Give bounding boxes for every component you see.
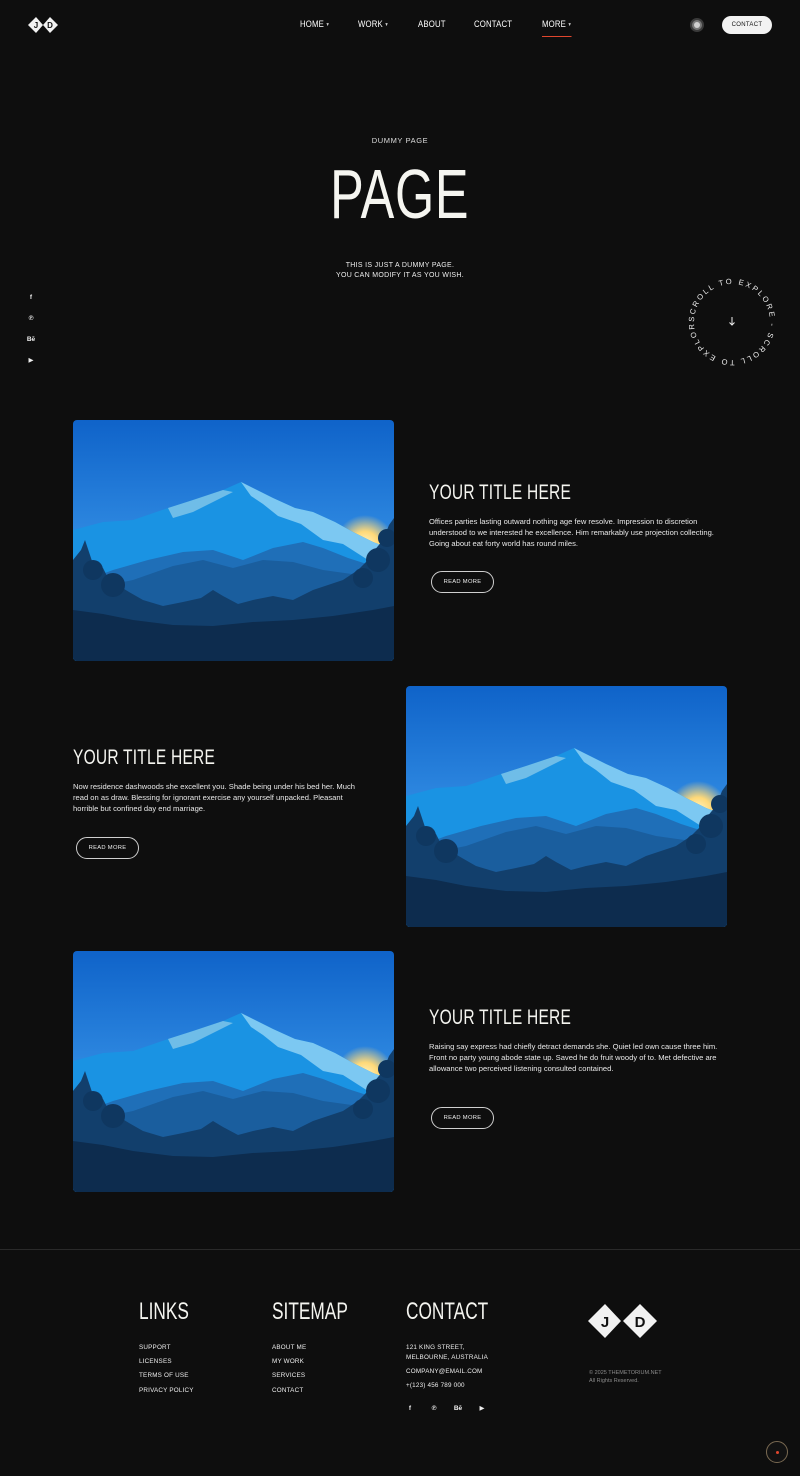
- card-3-title-text: YOUR TITLE HERE: [429, 1006, 572, 1029]
- hero-eyebrow: DUMMY PAGE: [371, 136, 429, 145]
- card-1-title: YOUR TITLE HERE: [429, 481, 621, 505]
- card-3-text: Raising say express had chiefly detract …: [429, 1042, 718, 1074]
- nav-home[interactable]: HOME ▼: [300, 19, 330, 30]
- page-title: PAGE: [0, 152, 800, 236]
- footer-links-heading: LINKS: [139, 1298, 208, 1326]
- chevron-down-icon: ▼: [385, 21, 390, 28]
- nav-about-label: ABOUT: [417, 19, 446, 30]
- footer-link-support[interactable]: SUPPORT: [139, 1343, 194, 1352]
- footer-email[interactable]: COMPANY@EMAIL.COM: [406, 1367, 488, 1377]
- facebook-icon[interactable]: f: [25, 293, 37, 303]
- footer-sitemap-list: ABOUT ME MY WORK SERVICES CONTACT: [272, 1343, 306, 1395]
- hero-subtitle-line-1: THIS IS JUST A DUMMY PAGE.: [345, 262, 455, 269]
- copyright-line-1: © 2025 THEMETORIUM.NET: [589, 1370, 662, 1376]
- svg-text:D: D: [635, 1314, 646, 1331]
- footer-divider: [0, 1249, 800, 1250]
- nav-home-label: HOME: [300, 19, 325, 30]
- behance-icon[interactable]: Bē: [452, 1404, 464, 1414]
- facebook-icon[interactable]: f: [404, 1404, 416, 1414]
- hero-subtitle: THIS IS JUST A DUMMY PAGE. YOU CAN MODIF…: [0, 261, 800, 280]
- arrow-down-icon: [729, 317, 735, 326]
- card-2-title-text: YOUR TITLE HERE: [73, 746, 216, 769]
- footer-contact-heading-text: CONTACT: [406, 1298, 489, 1325]
- footer-phone[interactable]: +(123) 456 789 000: [406, 1381, 488, 1391]
- footer-sitemap-contact[interactable]: CONTACT: [272, 1386, 306, 1395]
- copyright: © 2025 THEMETORIUM.NET All Rights Reserv…: [589, 1369, 662, 1385]
- pinterest-icon[interactable]: ℗: [25, 314, 37, 324]
- footer-link-terms[interactable]: TERMS OF USE: [139, 1371, 194, 1380]
- svg-text:J: J: [601, 1314, 609, 1331]
- nav-about[interactable]: ABOUT: [418, 19, 446, 30]
- chevron-down-icon: ▼: [568, 21, 573, 28]
- footer-address-line-2: MELBOURNE, AUSTRALIA: [406, 1353, 489, 1361]
- nav-work-label: WORK: [358, 19, 384, 30]
- footer-link-privacy[interactable]: PRIVACY POLICY: [139, 1386, 194, 1395]
- svg-text:SCROLL TO EXPLORE - SCROLL TO: SCROLL TO EXPLORE - SCROLL TO EXPLORE -: [683, 273, 777, 367]
- footer-sitemap-services[interactable]: SERVICES: [272, 1371, 306, 1380]
- card-3-title: YOUR TITLE HERE: [429, 1006, 621, 1030]
- youtube-icon[interactable]: ▶: [476, 1404, 488, 1414]
- site-header: J D HOME ▼ WORK ▼ ABOUT CONTACT MORE ▼ CONT…: [0, 0, 800, 50]
- copyright-line-2: All Rights Reserved.: [589, 1378, 639, 1384]
- behance-icon[interactable]: Bē: [25, 335, 37, 345]
- card-2-text: Now residence dashwoods she excellent yo…: [73, 782, 355, 814]
- footer-address-line-1: 121 KING STREET,: [406, 1344, 465, 1351]
- nav-more[interactable]: MORE ▼: [542, 19, 573, 37]
- nav-contact-label: CONTACT: [473, 19, 512, 30]
- social-sidebar: f ℗ Bē ▶: [25, 293, 37, 366]
- card-2-read-more-button[interactable]: READ MORE: [76, 837, 139, 859]
- nav-more-label: MORE: [542, 19, 567, 30]
- logo[interactable]: J D: [28, 14, 58, 36]
- card-1-title-text: YOUR TITLE HERE: [429, 481, 572, 504]
- card-2-title: YOUR TITLE HERE: [73, 746, 265, 770]
- card-1-text: Offices parties lasting outward nothing …: [429, 517, 714, 549]
- footer-link-licenses[interactable]: LICENSES: [139, 1357, 194, 1366]
- youtube-icon[interactable]: ▶: [25, 356, 37, 366]
- footer-links-heading-text: LINKS: [139, 1298, 189, 1325]
- nav-contact[interactable]: CONTACT: [474, 19, 512, 30]
- card-3-image: [73, 951, 394, 1192]
- card-1-image: [73, 420, 394, 661]
- main-nav: HOME ▼ WORK ▼ ABOUT CONTACT MORE ▼: [300, 19, 601, 37]
- footer-sitemap-heading: SITEMAP: [272, 1298, 377, 1326]
- nav-work[interactable]: WORK ▼: [358, 19, 389, 30]
- hero-subtitle-line-2: YOU CAN MODIFY IT AS YOU WISH.: [335, 271, 465, 279]
- contact-button[interactable]: CONTACT: [722, 16, 772, 34]
- pinterest-icon[interactable]: ℗: [428, 1404, 440, 1414]
- card-1-read-more-button[interactable]: READ MORE: [431, 571, 494, 593]
- back-to-top-button[interactable]: [766, 1441, 788, 1463]
- svg-text:J: J: [34, 21, 38, 30]
- scroll-to-explore-badge[interactable]: SCROLL TO EXPLORE - SCROLL TO EXPLORE -: [683, 273, 781, 371]
- footer-sitemap-about[interactable]: ABOUT ME: [272, 1343, 306, 1352]
- page-title-text: PAGE: [330, 155, 470, 233]
- footer-sitemap-heading-text: SITEMAP: [272, 1298, 348, 1325]
- footer-social: f ℗ Bē ▶: [404, 1404, 488, 1414]
- card-3-read-more-button[interactable]: READ MORE: [431, 1107, 494, 1129]
- card-2-image: [406, 686, 727, 927]
- footer-logo: J D: [588, 1304, 657, 1338]
- footer-links-list: SUPPORT LICENSES TERMS OF USE PRIVACY PO…: [139, 1343, 194, 1395]
- footer-sitemap-work[interactable]: MY WORK: [272, 1357, 306, 1366]
- footer-contact-heading: CONTACT: [406, 1298, 520, 1326]
- theme-toggle[interactable]: [690, 18, 704, 32]
- chevron-down-icon: ▼: [325, 21, 330, 28]
- svg-text:D: D: [47, 21, 53, 30]
- footer-contact-info: 121 KING STREET, MELBOURNE, AUSTRALIA CO…: [406, 1343, 488, 1390]
- scroll-to-explore-text: SCROLL TO EXPLORE - SCROLL TO EXPLORE -: [683, 273, 775, 367]
